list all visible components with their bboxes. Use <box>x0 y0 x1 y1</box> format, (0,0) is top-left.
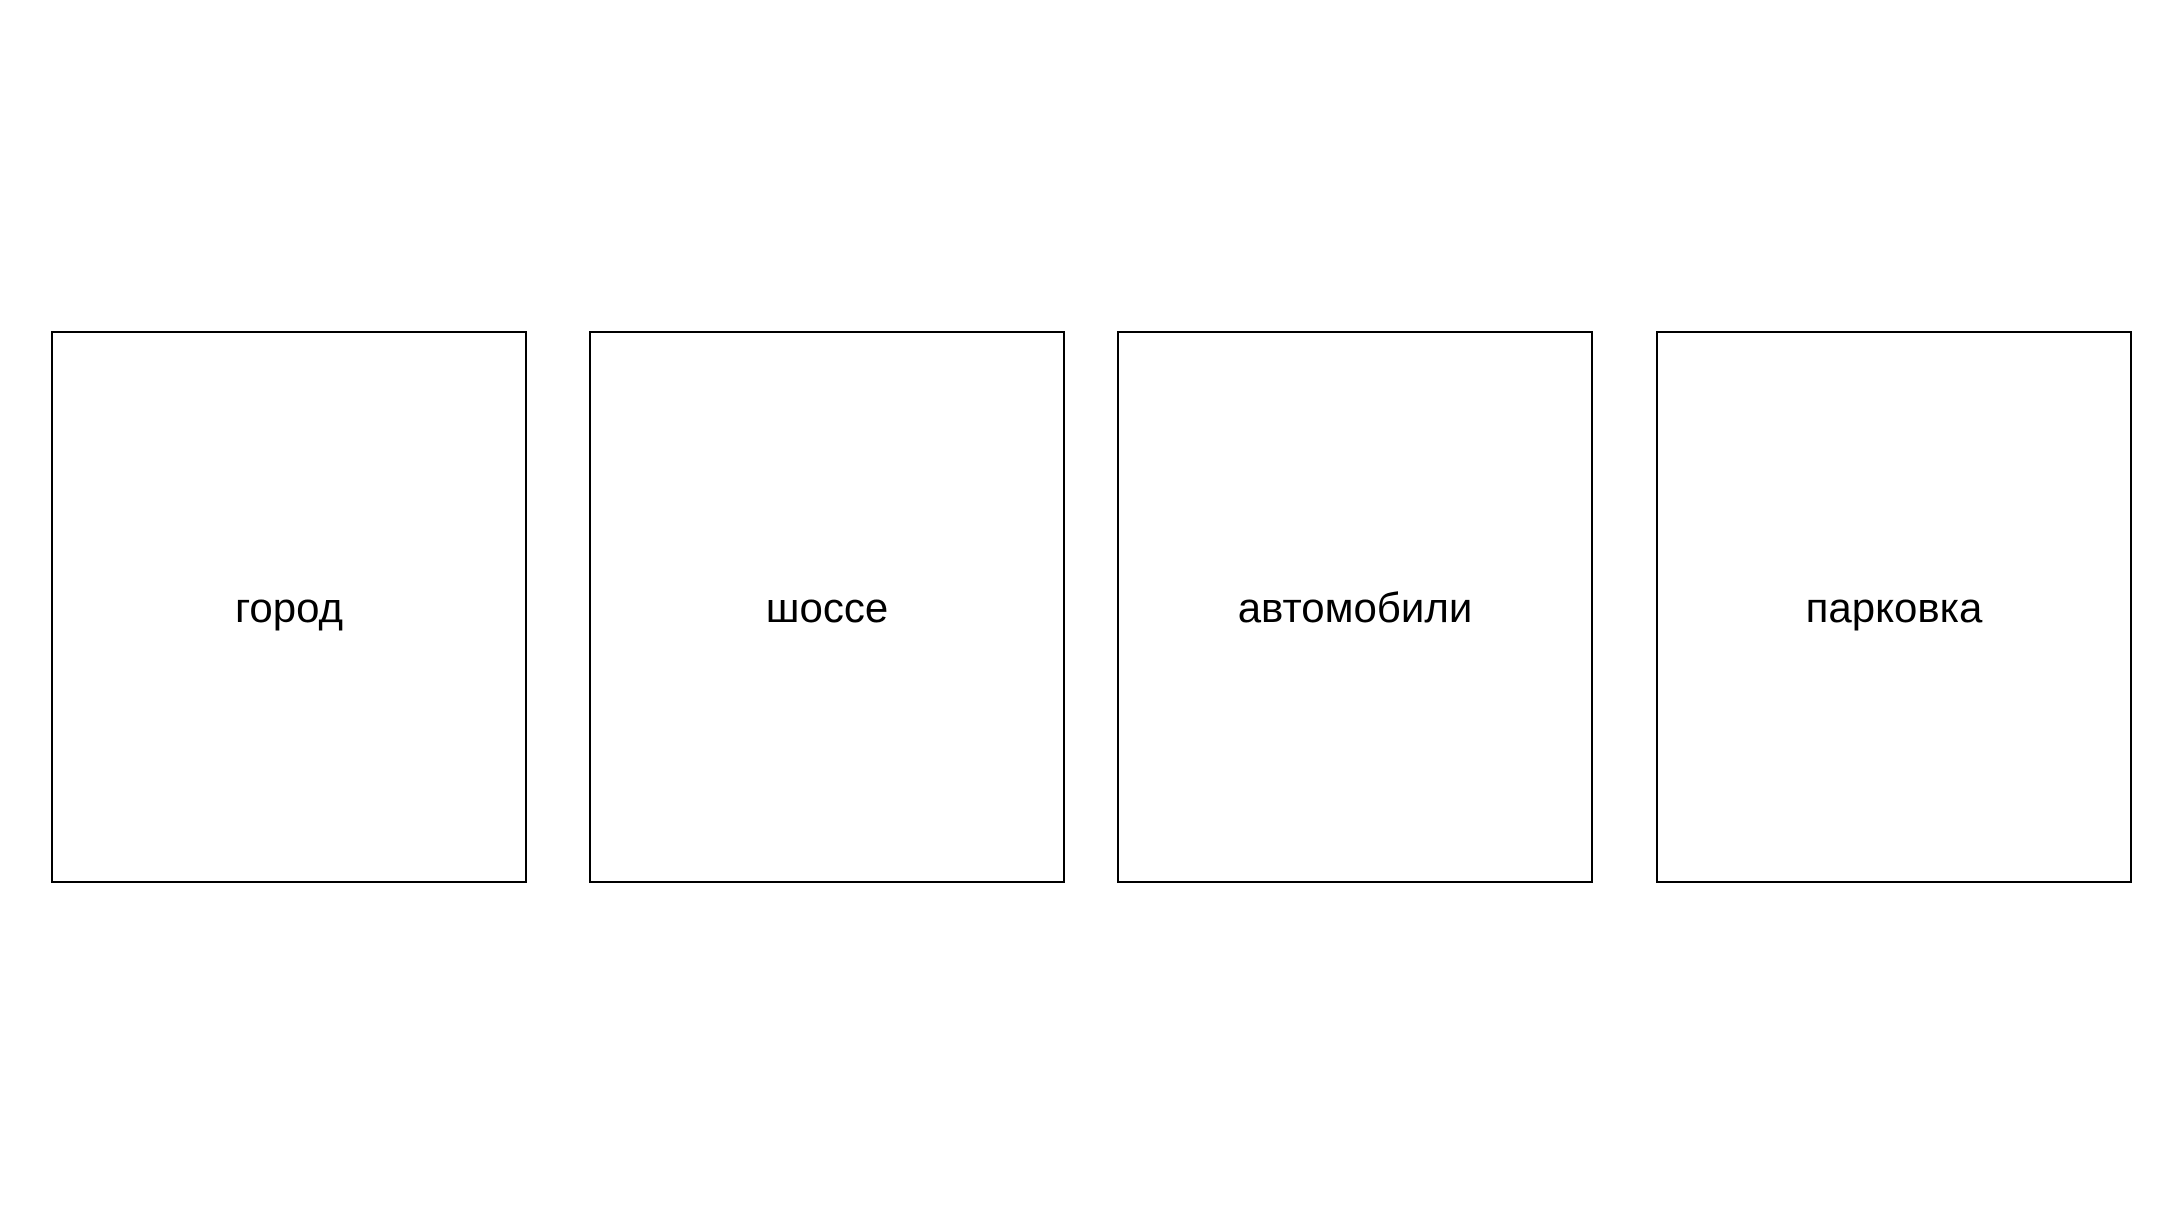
box-highway: шоссе <box>589 331 1065 883</box>
box-label-city: город <box>234 584 344 631</box>
box-parking: парковка <box>1656 331 2132 883</box>
box-cars: автомобили <box>1117 331 1593 883</box>
box-city: город <box>51 331 527 883</box>
slide-canvas: город шоссе автомобили парковка <box>0 0 2180 1226</box>
box-label-cars: автомобили <box>1237 584 1473 631</box>
box-label-highway: шоссе <box>765 584 889 631</box>
box-label-parking: парковка <box>1805 584 1983 631</box>
